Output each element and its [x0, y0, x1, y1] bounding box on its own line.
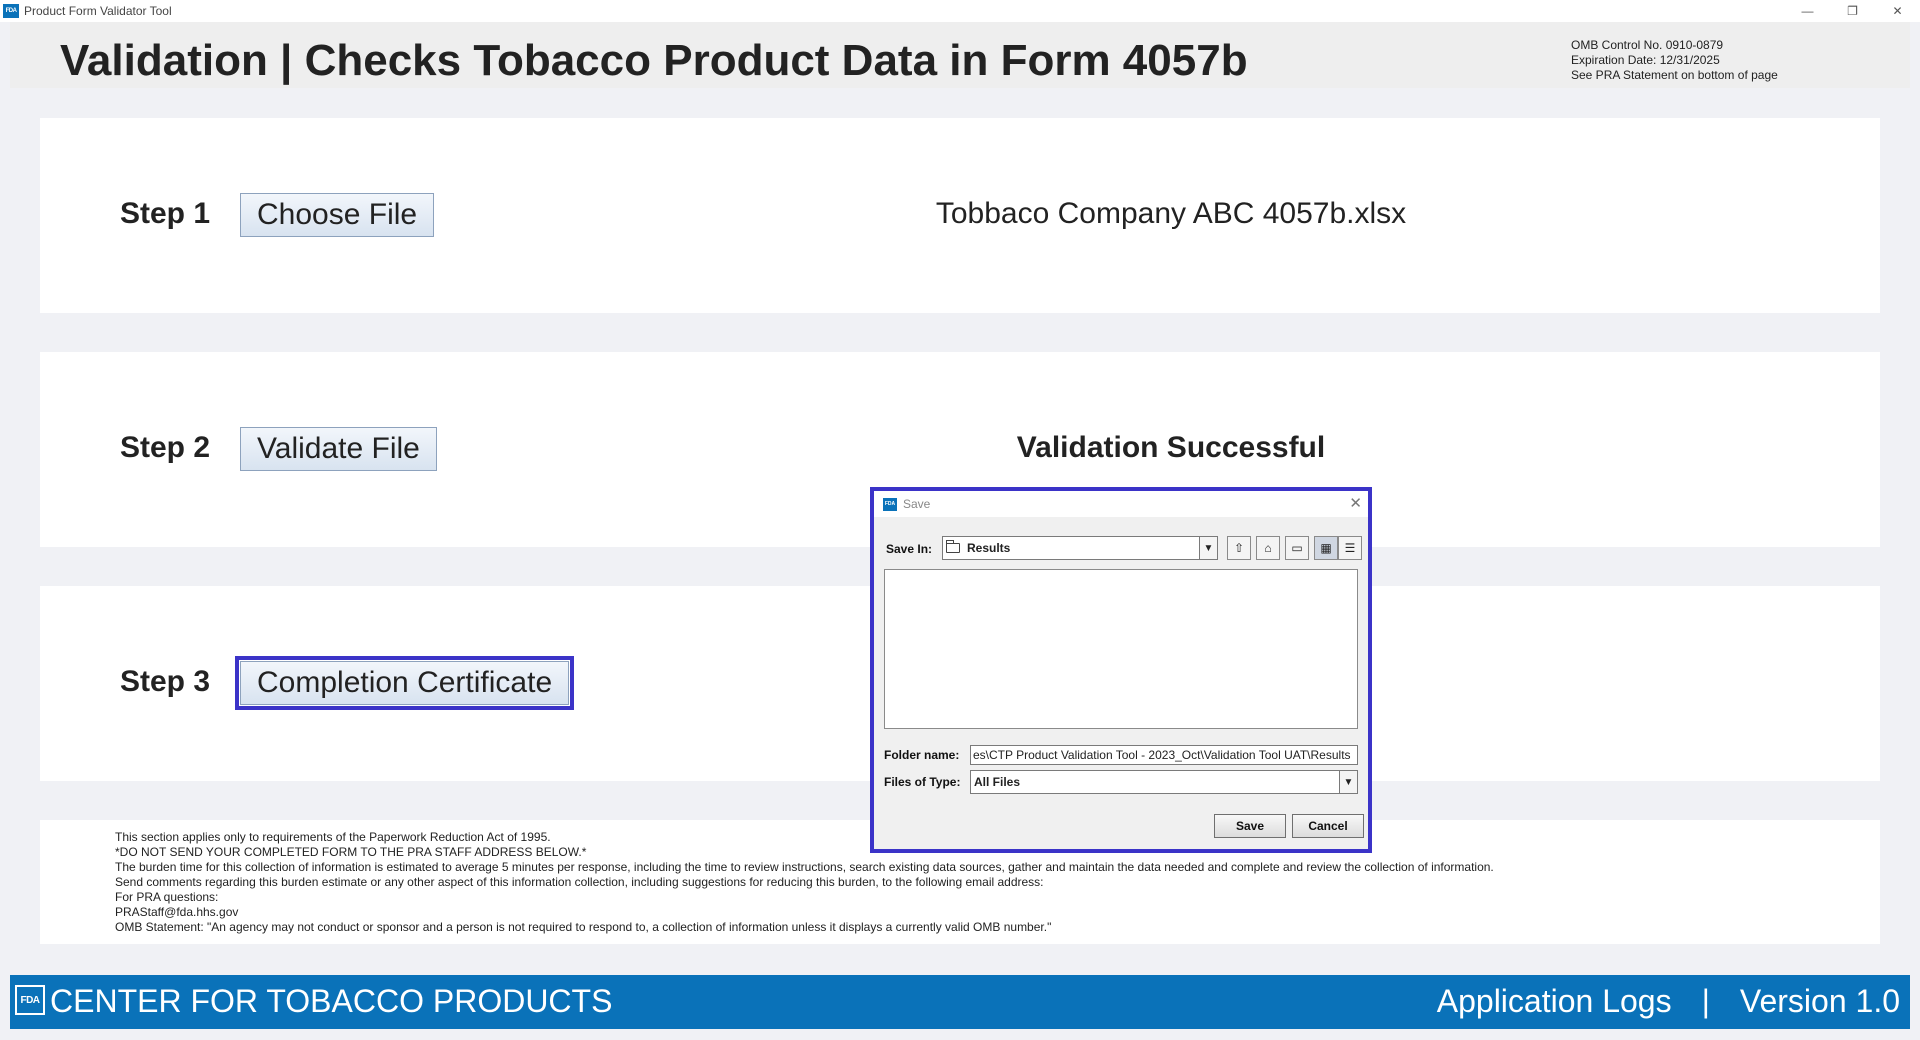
fda-logo-icon: FDA [3, 4, 19, 18]
application-logs-link[interactable]: Application Logs [1437, 983, 1672, 1020]
chevron-down-icon[interactable]: ▼ [1199, 537, 1217, 559]
org-name: CENTER FOR TOBACCO PRODUCTS [50, 983, 613, 1019]
folder-name-input[interactable]: es\CTP Product Validation Tool - 2023_Oc… [970, 745, 1358, 765]
footer-separator: | [1701, 983, 1710, 1019]
pra-line: Send comments regarding this burden esti… [115, 875, 1044, 889]
save-in-dropdown[interactable]: Results ▼ [942, 536, 1218, 560]
new-folder-button[interactable]: ▭ [1285, 536, 1309, 560]
dialog-title-bar: FDA Save ✕ [874, 491, 1368, 517]
footer-right: Application Logs | Version 1.0 [1437, 983, 1900, 1020]
completion-certificate-button[interactable]: Completion Certificate [234, 656, 575, 710]
minimize-button[interactable]: — [1785, 0, 1830, 22]
chevron-down-icon[interactable]: ▼ [1339, 771, 1357, 793]
details-view-button[interactable]: ☰ [1338, 536, 1362, 560]
list-view-button[interactable]: ▦ [1314, 536, 1338, 560]
save-in-value: Results [967, 541, 1011, 555]
cancel-button[interactable]: Cancel [1292, 814, 1364, 838]
files-of-type-label: Files of Type: [884, 775, 961, 789]
file-list[interactable] [884, 569, 1358, 729]
save-in-label: Save In: [886, 542, 933, 556]
fda-logo-icon: FDA [883, 497, 897, 511]
omb-info: OMB Control No. 0910-0879 Expiration Dat… [1571, 38, 1778, 83]
files-of-type-value: All Files [974, 775, 1021, 789]
window-title-bar: FDA Product Form Validator Tool — ❐ ✕ [0, 0, 1920, 22]
fda-logo-icon: FDA [15, 985, 45, 1015]
step3-label: Step 3 [120, 665, 211, 698]
expiration-date: Expiration Date: 12/31/2025 [1571, 53, 1720, 67]
save-dialog: FDA Save ✕ Save In: Results ▼ ⇧ ⌂ ▭ ▦ ☰ … [870, 487, 1372, 853]
dialog-title: Save [903, 497, 931, 511]
pra-line: For PRA questions: [115, 890, 219, 904]
window-controls: — ❐ ✕ [1785, 0, 1920, 22]
folder-name-label: Folder name: [884, 748, 960, 762]
pra-line: The burden time for this collection of i… [115, 860, 1494, 874]
page-title: Validation | Checks Tobacco Product Data… [60, 36, 1248, 85]
home-folder-button[interactable]: ⌂ [1256, 536, 1280, 560]
window-title: Product Form Validator Tool [24, 4, 172, 18]
omb-control-number: OMB Control No. 0910-0879 [1571, 38, 1724, 52]
close-icon[interactable]: ✕ [1349, 494, 1362, 512]
save-button[interactable]: Save [1214, 814, 1286, 838]
pra-email: PRAStaff@fda.hhs.gov [115, 905, 239, 919]
chosen-file-name: Tobbaco Company ABC 4057b.xlsx [935, 197, 1407, 230]
footer-bar: FDA CENTER FOR TOBACCO PRODUCTS Applicat… [10, 975, 1910, 1029]
files-of-type-dropdown[interactable]: All Files ▼ [970, 770, 1358, 794]
restore-button[interactable]: ❐ [1830, 0, 1875, 22]
folder-icon [946, 540, 960, 553]
pra-note: See PRA Statement on bottom of page [1571, 68, 1778, 82]
page-header: Validation | Checks Tobacco Product Data… [10, 22, 1910, 88]
up-one-level-button[interactable]: ⇧ [1227, 536, 1251, 560]
pra-line: OMB Statement: "An agency may not conduc… [115, 920, 1052, 934]
validation-status: Validation Successful [1016, 431, 1326, 464]
close-window-button[interactable]: ✕ [1875, 0, 1920, 22]
step1-panel: Step 1 Choose File Tobbaco Company ABC 4… [40, 118, 1880, 313]
version-label: Version 1.0 [1739, 983, 1900, 1019]
